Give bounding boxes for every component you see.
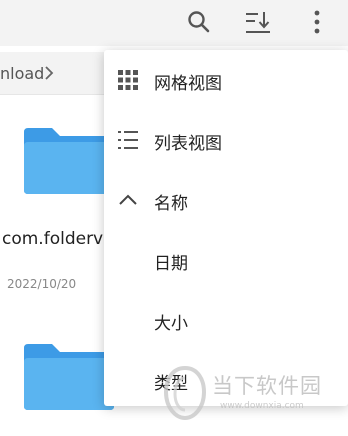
watermark-text: 当下软件园: [212, 374, 322, 398]
menu-item-grid-view[interactable]: 网格视图: [104, 50, 348, 110]
menu-item-label: 网格视图: [154, 74, 222, 94]
file-name: com.folderv: [2, 229, 104, 249]
menu-item-sort-size[interactable]: 大小: [104, 290, 348, 350]
view-options-menu: 网格视图 列表视图 名称 日期 大小 类型: [104, 50, 348, 406]
sort-download-icon: [246, 12, 270, 33]
folder-icon: [24, 344, 114, 410]
folder-item[interactable]: [24, 126, 114, 198]
watermark: 当下软件园 www.downxia.com: [162, 364, 337, 424]
menu-item-sort-name[interactable]: 名称: [104, 170, 348, 230]
menu-item-label: 列表视图: [154, 134, 222, 154]
search-icon: [188, 11, 210, 33]
folder-icon: [24, 128, 114, 194]
watermark-logo-icon: [163, 365, 207, 421]
list-icon: [118, 131, 138, 149]
menu-item-label: 日期: [154, 254, 188, 274]
more-vertical-icon: [314, 10, 320, 34]
breadcrumb-current-folder[interactable]: nload: [0, 64, 44, 83]
menu-item-label: 大小: [154, 314, 188, 334]
folder-item[interactable]: [24, 342, 114, 414]
search-button[interactable]: [179, 0, 219, 44]
sort-button[interactable]: [238, 0, 278, 44]
watermark-url: www.downxia.com: [220, 401, 304, 411]
chevron-up-icon: [119, 194, 137, 205]
more-options-button[interactable]: [297, 0, 337, 44]
menu-item-sort-date[interactable]: 日期: [104, 230, 348, 290]
file-date: 2022/10/20: [7, 277, 77, 291]
menu-item-list-view[interactable]: 列表视图: [104, 110, 348, 170]
top-app-bar: [0, 0, 348, 46]
grid-icon: [118, 70, 138, 90]
chevron-right-icon: [45, 66, 54, 80]
menu-item-label: 名称: [154, 194, 188, 214]
